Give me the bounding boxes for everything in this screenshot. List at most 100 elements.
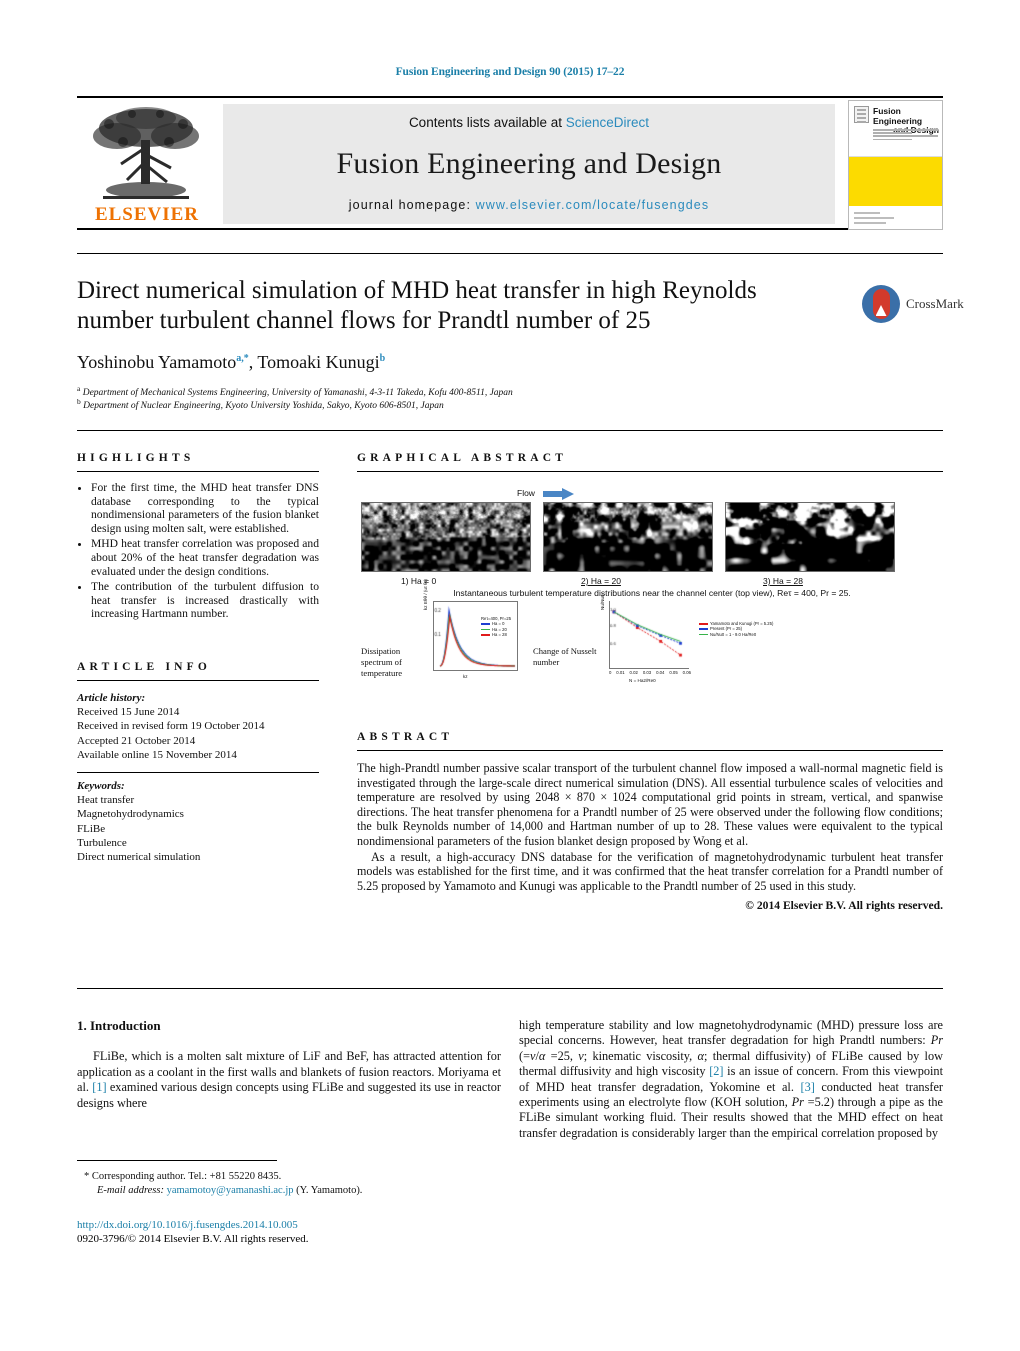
doi-link[interactable]: http://dx.doi.org/10.1016/j.fusengdes.20… (77, 1218, 537, 1232)
masthead-center: Contents lists available at ScienceDirec… (223, 104, 835, 224)
abstract-body: The high-Prandtl number passive scalar t… (357, 761, 943, 914)
crossmark-label: CrossMark (906, 296, 964, 311)
abstract-paragraph-2: As a result, a high-accuracy DNS databas… (357, 849, 943, 893)
keyword-item: Magnetohydrodynamics (77, 808, 184, 821)
article-history-label: Article history: (77, 691, 146, 704)
article-info-rule (77, 679, 319, 681)
affiliation-b: b Department of Nuclear Engineering, Kyo… (77, 397, 444, 412)
abstract-rule (357, 750, 943, 751)
xtick: 0.01 (616, 670, 625, 675)
history-received: Received 15 June 2014 (77, 706, 180, 719)
cover-badge-icon (854, 106, 869, 123)
footnote-block: * Corresponding author. Tel.: +81 55220 … (84, 1170, 504, 1197)
panel-caption-2: 2) Ha = 20 (581, 576, 621, 586)
contents-line: Contents lists available at ScienceDirec… (409, 115, 649, 130)
footnote-divider (77, 1160, 277, 1161)
keyword-item: Heat transfer (77, 794, 135, 807)
introduction-paragraph-right: high temperature stability and low magne… (519, 1018, 943, 1140)
history-accepted: Accepted 21 October 2014 (77, 734, 196, 747)
title-divider (77, 253, 943, 254)
journal-title: Fusion Engineering and Design (336, 147, 722, 180)
corresponding-author-line: * Corresponding author. Tel.: +81 55220 … (84, 1170, 504, 1184)
right-chart-xlabel: N = Ha2/Re0 (629, 678, 656, 683)
section-divider (77, 430, 943, 431)
highlights-rule (77, 471, 319, 472)
crossmark-icon (862, 285, 900, 323)
introduction-heading: 1. Introduction (77, 1018, 161, 1033)
turbulence-snapshot-1 (361, 502, 531, 572)
email-label: E-mail address: (97, 1184, 164, 1196)
graphical-abstract-figure: Flow 1) Ha = 0 2) Ha = 20 3) Ha = 28 Ins… (357, 488, 943, 693)
history-revised: Received in revised form 19 October 2014 (77, 720, 265, 733)
left-chart-xlabel: kz (463, 674, 468, 679)
contents-prefix: Contents lists available at (408, 115, 566, 130)
legend-entry: Ha = 28 (492, 632, 507, 638)
xtick: 0 (609, 670, 612, 675)
right-column: Graphical abstract Flow 1) Ha = 0 2) Ha … (357, 452, 943, 914)
page-title: Direct numerical simulation of MHD heat … (77, 277, 757, 334)
turbulence-snapshot-3 (725, 502, 895, 572)
left-chart-ylabel: kz Eθθ / (uτ θτ) (423, 579, 428, 610)
affiliation-b-text: Department of Nuclear Engineering, Kyoto… (83, 401, 444, 412)
xtick: 0.02 (629, 670, 638, 675)
cover-footer (849, 206, 942, 229)
crossmark-badge[interactable]: CrossMark (862, 285, 964, 327)
right-chart-ylabel: Nu/Nu0 (600, 594, 605, 610)
keyword-item: FLiBe (77, 822, 106, 835)
list-item: The contribution of the turbulent diffus… (91, 580, 319, 621)
left-chart-legend: Reτ=400, Pr=25 Ha = 0 Ha = 20 Ha = 28 (481, 616, 511, 638)
flow-label: Flow (517, 488, 535, 498)
keywords-label: Keywords: (77, 779, 125, 792)
journal-homepage-line: journal homepage: www.elsevier.com/locat… (349, 198, 709, 212)
journal-cover-thumbnail: Fusion Engineering and Design (848, 100, 943, 230)
running-head: Fusion Engineering and Design 90 (2015) … (395, 66, 625, 78)
nusselt-change-chart (609, 601, 690, 669)
introduction-right-column: high temperature stability and low magne… (519, 1018, 943, 1141)
graphical-abstract-rule (357, 471, 943, 472)
email-link[interactable]: yamamotoy@yamanashi.ac.jp (167, 1185, 294, 1196)
journal-masthead: ELSEVIER Contents lists available at Sci… (77, 96, 943, 230)
abstract-heading: Abstract (357, 731, 454, 743)
xtick: 0.05 (669, 670, 678, 675)
paper-page: Fusion Engineering and Design 90 (2015) … (0, 0, 1020, 1351)
homepage-url[interactable]: www.elsevier.com/locate/fusengdes (476, 198, 710, 212)
history-online: Available online 15 November 2014 (77, 748, 237, 761)
introduction-paragraph-left: FLiBe, which is a molten salt mixture of… (77, 1049, 501, 1110)
keywords-block: Keywords: Heat transfer Magnetohydrodyna… (77, 779, 319, 864)
graphical-abstract-heading: Graphical abstract (357, 452, 568, 464)
abstract-copyright: © 2014 Elsevier B.V. All rights reserved… (745, 899, 943, 913)
body-divider (77, 988, 943, 989)
right-chart-label: Change of Nusselt number (533, 646, 597, 667)
keyword-item: Turbulence (77, 836, 127, 849)
xtick: 0.06 (682, 670, 691, 675)
author-list: Yoshinobu Yamamotoa,*, Tomoaki Kunugib (77, 352, 386, 372)
email-suffix: (Y. Yamamoto). (296, 1184, 363, 1196)
highlights-list: For the first time, the MHD heat transfe… (77, 481, 319, 621)
sciencedirect-link[interactable]: ScienceDirect (566, 115, 649, 130)
turbulence-snapshot-2 (543, 502, 713, 572)
cover-yellow-band (849, 157, 942, 206)
left-chart-label: Dissipation spectrum of temperature (361, 646, 403, 678)
corresponding-text: Corresponding author. Tel.: +81 55220 84… (91, 1171, 282, 1182)
list-item: MHD heat transfer correlation was propos… (91, 537, 319, 578)
article-info-heading: Article info (77, 660, 212, 673)
highlights-heading: Highlights (77, 452, 195, 464)
panel-caption-1: 1) Ha = 0 (401, 576, 437, 586)
abstract-paragraph-1: The high-Prandtl number passive scalar t… (357, 761, 943, 848)
homepage-label: journal homepage: (348, 198, 476, 212)
keywords-rule (77, 771, 319, 773)
panel-caption-3: 3) Ha = 28 (763, 576, 803, 586)
cover-subtext-lines (873, 129, 938, 142)
graphical-abstract-caption: Instantaneous turbulent temperature dist… (453, 588, 851, 598)
elsevier-wordmark: ELSEVIER (94, 204, 200, 225)
cover-title-line1: Fusion Engineering (873, 106, 923, 126)
right-chart-xticks: 0 0.01 0.02 0.03 0.04 0.05 0.06 (609, 670, 691, 675)
xtick: 0.03 (642, 670, 652, 675)
doi-block: http://dx.doi.org/10.1016/j.fusengdes.20… (77, 1218, 537, 1246)
keyword-item: Direct numerical simulation (77, 850, 201, 863)
left-column: Highlights For the first time, the MHD h… (77, 452, 319, 864)
elsevier-logo: ELSEVIER (77, 102, 215, 228)
elsevier-tree-icon (93, 107, 199, 199)
introduction-left-column: 1. Introduction FLiBe, which is a molten… (77, 1018, 501, 1111)
legend-entry: Nu/Nu0 = 1 - 9.0 Ha/Re0 (710, 631, 757, 637)
